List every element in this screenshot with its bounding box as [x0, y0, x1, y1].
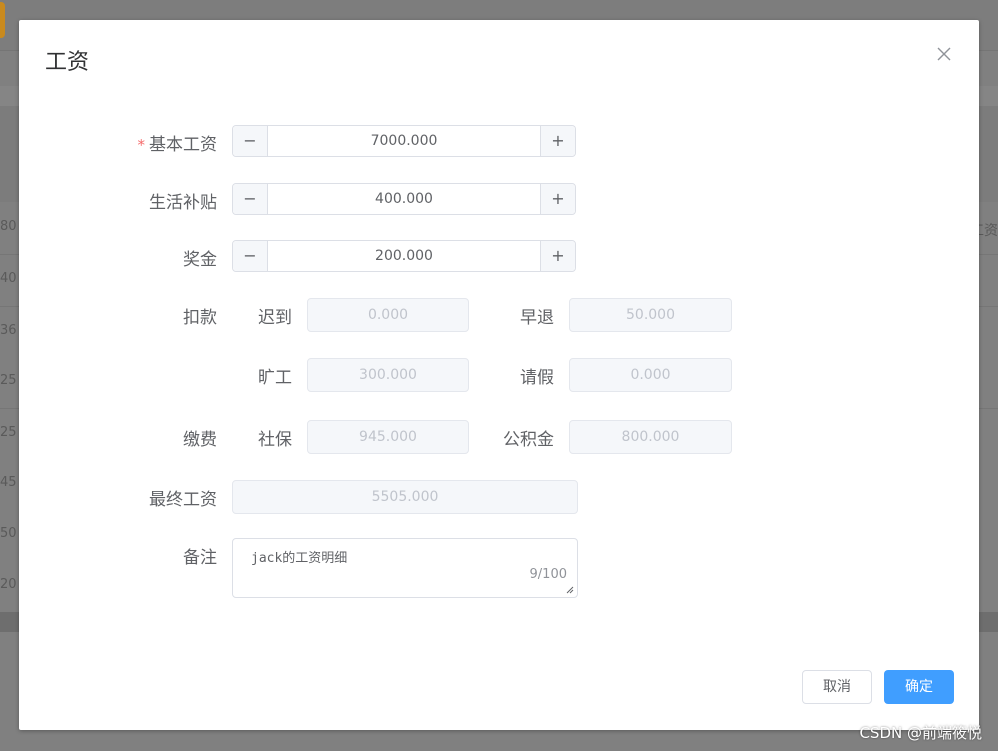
remark-char-count: 9/100 — [529, 567, 567, 582]
dialog-title: 工资 — [45, 50, 90, 75]
living-allowance-stepper[interactable]: − 400.000 + — [232, 183, 576, 215]
base-salary-input[interactable]: 7000.000 — [268, 126, 540, 156]
base-salary-label: * 基本工资 — [138, 130, 218, 155]
salary-dialog: 工资 * 基本工资 − 7000.000 + 生活补贴 − 400.000 + 奖… — [19, 20, 979, 730]
social-insurance-label: 社保 — [258, 430, 292, 450]
leave-input[interactable]: 0.000 — [569, 358, 732, 392]
row-value: 36 — [0, 323, 17, 338]
bonus-input[interactable]: 200.000 — [268, 241, 540, 271]
remark-label: 备注 — [183, 548, 217, 568]
base-salary-decrease-button[interactable]: − — [233, 126, 268, 156]
row-value: 25 — [0, 373, 17, 388]
watermark: CSDN @前端筱悦 — [859, 724, 982, 742]
row-value: 80 — [0, 219, 17, 234]
cancel-button[interactable]: 取消 — [802, 670, 872, 704]
base-salary-label-text: 基本工资 — [149, 135, 217, 155]
late-label: 迟到 — [258, 308, 292, 328]
deduction-label: 扣款 — [183, 308, 217, 328]
remark-text: jack的工资明细 — [251, 551, 348, 566]
remark-textarea[interactable]: jack的工资明细 9/100 — [232, 538, 578, 598]
social-insurance-input[interactable]: 945.000 — [307, 420, 469, 454]
row-value: 50 — [0, 526, 17, 541]
base-salary-stepper[interactable]: − 7000.000 + — [232, 125, 576, 157]
final-salary-label: 最终工资 — [149, 490, 217, 510]
row-value: 40 — [0, 271, 17, 286]
base-salary-increase-button[interactable]: + — [540, 126, 575, 156]
confirm-button[interactable]: 确定 — [884, 670, 954, 704]
bonus-label: 奖金 — [183, 250, 217, 270]
early-leave-input[interactable]: 50.000 — [569, 298, 732, 332]
housing-fund-label: 公积金 — [503, 430, 554, 450]
resize-handle-icon[interactable] — [566, 586, 574, 594]
row-value: 45 — [0, 475, 17, 490]
background-orange-tab — [0, 2, 5, 38]
late-input[interactable]: 0.000 — [307, 298, 469, 332]
bonus-increase-button[interactable]: + — [540, 241, 575, 271]
required-mark: * — [137, 136, 146, 154]
living-allowance-increase-button[interactable]: + — [540, 184, 575, 214]
living-allowance-input[interactable]: 400.000 — [268, 184, 540, 214]
living-allowance-label: 生活补贴 — [149, 193, 217, 213]
living-allowance-decrease-button[interactable]: − — [233, 184, 268, 214]
absence-input[interactable]: 300.000 — [307, 358, 469, 392]
leave-label: 请假 — [520, 368, 554, 388]
bonus-stepper[interactable]: − 200.000 + — [232, 240, 576, 272]
row-value: 25 — [0, 425, 17, 440]
bonus-decrease-button[interactable]: − — [233, 241, 268, 271]
payment-label: 缴费 — [183, 430, 217, 450]
final-salary-input[interactable]: 5505.000 — [232, 480, 578, 514]
close-icon[interactable] — [935, 45, 953, 63]
row-value: 20 — [0, 577, 17, 592]
housing-fund-input[interactable]: 800.000 — [569, 420, 732, 454]
absence-label: 旷工 — [258, 368, 292, 388]
early-leave-label: 早退 — [520, 308, 554, 328]
